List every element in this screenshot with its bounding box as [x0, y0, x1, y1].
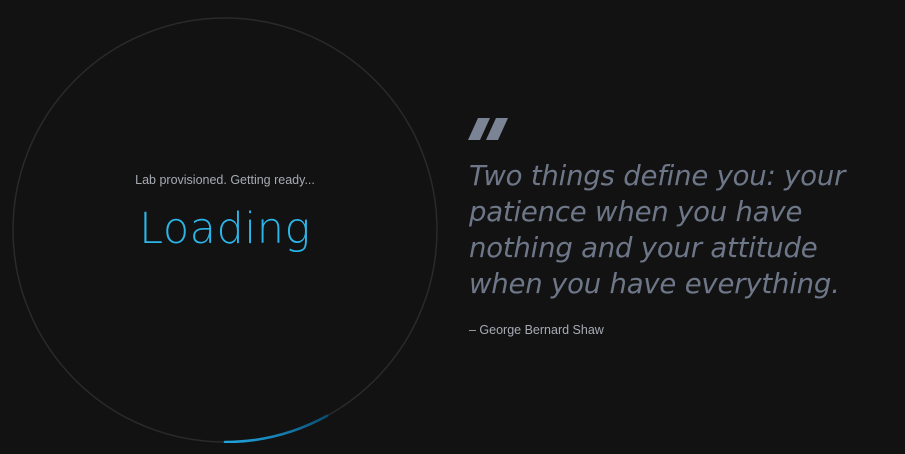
quote-mark-icon [468, 118, 510, 140]
loading-title: Loading [139, 204, 311, 254]
progress-ring-arc [223, 414, 329, 443]
quote-author: – George Bernard Shaw [469, 323, 604, 337]
quote-text: Two things define you: your patience whe… [469, 160, 846, 300]
status-message: Lab provisioned. Getting ready... [135, 173, 315, 187]
